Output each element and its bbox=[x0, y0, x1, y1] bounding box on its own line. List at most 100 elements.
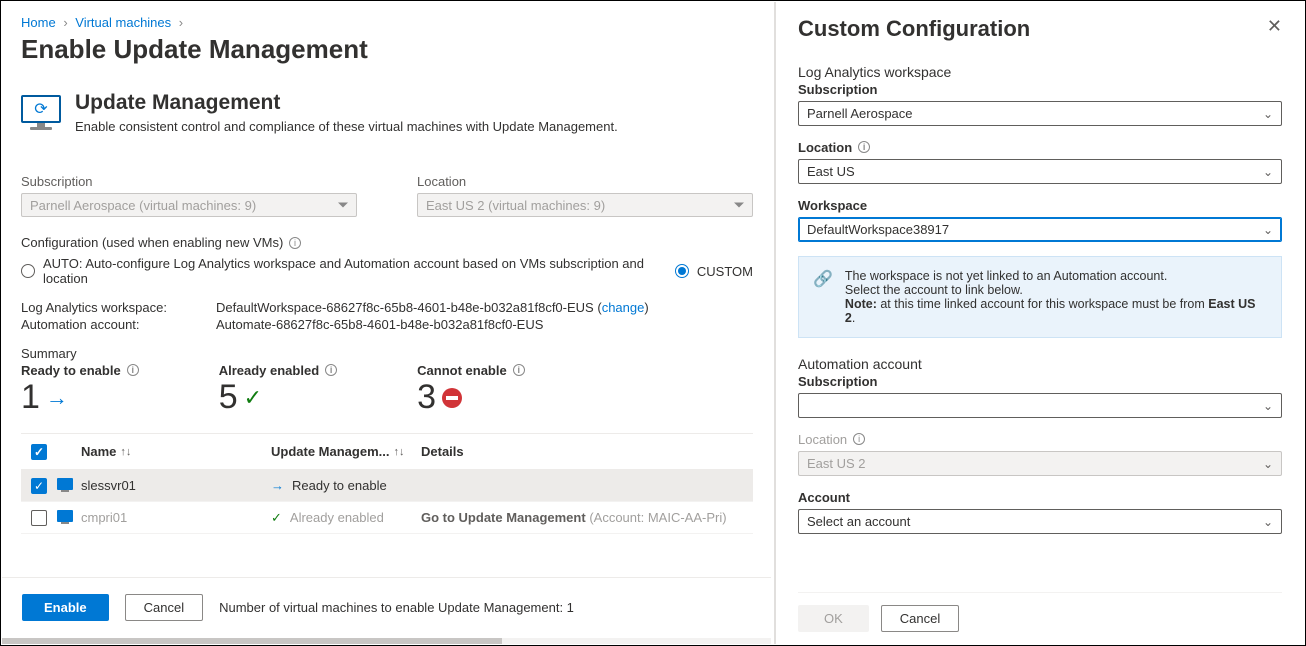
chevron-down-icon: ⌄ bbox=[1263, 165, 1273, 179]
banner-line-1: The workspace is not yet linked to an Au… bbox=[845, 269, 1267, 283]
location-value: East US 2 (virtual machines: 9) bbox=[426, 198, 605, 213]
panel-account-value: Select an account bbox=[807, 514, 910, 529]
col-update-management-header[interactable]: Update Managem... bbox=[271, 444, 389, 459]
link-icon: 🔗 bbox=[813, 269, 833, 325]
table-row[interactable]: slessvr01 → Ready to enable bbox=[21, 470, 753, 502]
panel-location-value: East US bbox=[807, 164, 855, 179]
automation-account-section: Automation account bbox=[798, 356, 1282, 372]
location-label: Location bbox=[417, 174, 753, 189]
table-header-row: Name ↑↓ Update Managem... ↑↓ Details bbox=[21, 434, 753, 470]
banner-line-3: Note: at this time linked account for th… bbox=[845, 297, 1267, 325]
panel-aa-location-value: East US 2 bbox=[807, 456, 866, 471]
cancel-button[interactable]: Cancel bbox=[125, 594, 203, 621]
subscription-label: Subscription bbox=[21, 174, 357, 189]
panel-workspace-value: DefaultWorkspace38917 bbox=[807, 222, 949, 237]
panel-cancel-button[interactable]: Cancel bbox=[881, 605, 959, 632]
panel-workspace-label: Workspace bbox=[798, 198, 1282, 213]
arrow-right-icon: → bbox=[46, 385, 68, 411]
vm-icon bbox=[57, 510, 73, 522]
horizontal-scrollbar[interactable] bbox=[2, 638, 771, 644]
info-icon[interactable]: i bbox=[513, 364, 525, 376]
vm-name: cmpri01 bbox=[81, 510, 271, 525]
already-enabled-label: Already enabled bbox=[219, 363, 319, 378]
info-icon[interactable]: i bbox=[127, 364, 139, 376]
panel-location-select[interactable]: East US ⌄ bbox=[798, 159, 1282, 184]
panel-location-label: Location bbox=[798, 140, 852, 155]
hero-subtitle: Enable consistent control and compliance… bbox=[75, 119, 618, 134]
panel-aa-subscription-select[interactable]: ⌄ bbox=[798, 393, 1282, 418]
col-name-header[interactable]: Name bbox=[81, 444, 116, 459]
cannot-enable-count: 3 bbox=[417, 378, 436, 417]
panel-subscription-value: Parnell Aerospace bbox=[807, 106, 913, 121]
subscription-value: Parnell Aerospace (virtual machines: 9) bbox=[30, 198, 256, 213]
vm-details-sub: (Account: MAIC-AA-Pri) bbox=[589, 510, 726, 525]
log-analytics-workspace-label: Log Analytics workspace: bbox=[21, 300, 216, 315]
chevron-down-icon: ⌄ bbox=[1263, 107, 1273, 121]
chevron-right-icon: › bbox=[63, 15, 67, 30]
checkmark-icon: ✓ bbox=[244, 385, 262, 411]
breadcrumb-virtual-machines[interactable]: Virtual machines bbox=[75, 15, 171, 30]
info-icon[interactable]: i bbox=[289, 237, 301, 249]
ready-to-enable-count: 1 bbox=[21, 378, 40, 417]
panel-subscription-select[interactable]: Parnell Aerospace ⌄ bbox=[798, 101, 1282, 126]
info-icon[interactable]: i bbox=[858, 141, 870, 153]
panel-account-select[interactable]: Select an account ⌄ bbox=[798, 509, 1282, 534]
panel-aa-location-label: Location bbox=[798, 432, 847, 447]
banner-line-2: Select the account to link below. bbox=[845, 283, 1267, 297]
panel-workspace-select[interactable]: DefaultWorkspace38917 ⌄ bbox=[798, 217, 1282, 242]
panel-subscription-label: Subscription bbox=[798, 82, 1282, 97]
log-analytics-workspace-value: DefaultWorkspace-68627f8c-65b8-4601-b48e… bbox=[216, 300, 594, 315]
table-row[interactable]: cmpri01 ✓ Already enabled Go to Update Ma… bbox=[21, 502, 753, 534]
panel-aa-location-select: East US 2 ⌄ bbox=[798, 451, 1282, 476]
go-to-update-management-link[interactable]: Go to Update Management bbox=[421, 510, 586, 525]
radio-auto-label: AUTO: Auto-configure Log Analytics works… bbox=[43, 256, 650, 286]
select-all-checkbox[interactable] bbox=[31, 444, 47, 460]
checkmark-icon: ✓ bbox=[271, 510, 282, 526]
info-icon[interactable]: i bbox=[853, 433, 865, 445]
footer-count-text: Number of virtual machines to enable Upd… bbox=[219, 600, 574, 615]
automation-account-value: Automate-68627f8c-65b8-4601-b48e-b032a81… bbox=[216, 317, 543, 332]
breadcrumb-home[interactable]: Home bbox=[21, 15, 56, 30]
arrow-right-icon: → bbox=[271, 478, 284, 493]
configuration-label: Configuration (used when enabling new VM… bbox=[21, 235, 283, 250]
footer-bar: Enable Cancel Number of virtual machines… bbox=[2, 577, 771, 637]
breadcrumb: Home › Virtual machines › bbox=[21, 15, 753, 30]
location-select[interactable]: East US 2 (virtual machines: 9) bbox=[417, 193, 753, 217]
panel-title: Custom Configuration bbox=[798, 16, 1030, 42]
row-checkbox[interactable] bbox=[31, 510, 47, 526]
radio-custom[interactable] bbox=[675, 264, 689, 278]
vm-icon bbox=[57, 478, 73, 490]
info-icon[interactable]: i bbox=[325, 364, 337, 376]
ready-to-enable-label: Ready to enable bbox=[21, 363, 121, 378]
stop-icon bbox=[442, 388, 462, 408]
subscription-select[interactable]: Parnell Aerospace (virtual machines: 9) bbox=[21, 193, 357, 217]
col-details-header[interactable]: Details bbox=[421, 444, 464, 459]
change-link[interactable]: change bbox=[602, 300, 645, 315]
enable-button[interactable]: Enable bbox=[22, 594, 109, 621]
custom-configuration-panel: Custom Configuration ✕ Log Analytics wor… bbox=[774, 2, 1304, 644]
vm-status: Already enabled bbox=[290, 510, 384, 525]
chevron-down-icon: ⌄ bbox=[1263, 399, 1273, 413]
automation-account-label: Automation account: bbox=[21, 317, 216, 332]
log-analytics-workspace-section: Log Analytics workspace bbox=[798, 64, 1282, 80]
hero-title: Update Management bbox=[75, 91, 618, 115]
sort-icon[interactable]: ↑↓ bbox=[120, 446, 131, 458]
already-enabled-count: 5 bbox=[219, 378, 238, 417]
chevron-down-icon: ⌄ bbox=[1263, 515, 1273, 529]
chevron-right-icon: › bbox=[179, 15, 183, 30]
summary-title: Summary bbox=[21, 346, 753, 361]
info-banner: 🔗 The workspace is not yet linked to an … bbox=[798, 256, 1282, 338]
panel-aa-subscription-label: Subscription bbox=[798, 374, 1282, 389]
chevron-down-icon: ⌄ bbox=[1263, 457, 1273, 471]
chevron-down-icon: ⌄ bbox=[1263, 223, 1273, 237]
radio-custom-label: CUSTOM bbox=[697, 264, 753, 279]
vm-name: slessvr01 bbox=[81, 478, 271, 493]
close-icon[interactable]: ✕ bbox=[1267, 16, 1282, 37]
page-title: Enable Update Management bbox=[21, 34, 753, 65]
update-management-icon: ⟳ bbox=[21, 95, 61, 131]
sort-icon[interactable]: ↑↓ bbox=[393, 446, 404, 458]
cannot-enable-label: Cannot enable bbox=[417, 363, 507, 378]
row-checkbox[interactable] bbox=[31, 478, 47, 494]
radio-auto[interactable] bbox=[21, 264, 35, 278]
vm-status: Ready to enable bbox=[292, 478, 387, 493]
